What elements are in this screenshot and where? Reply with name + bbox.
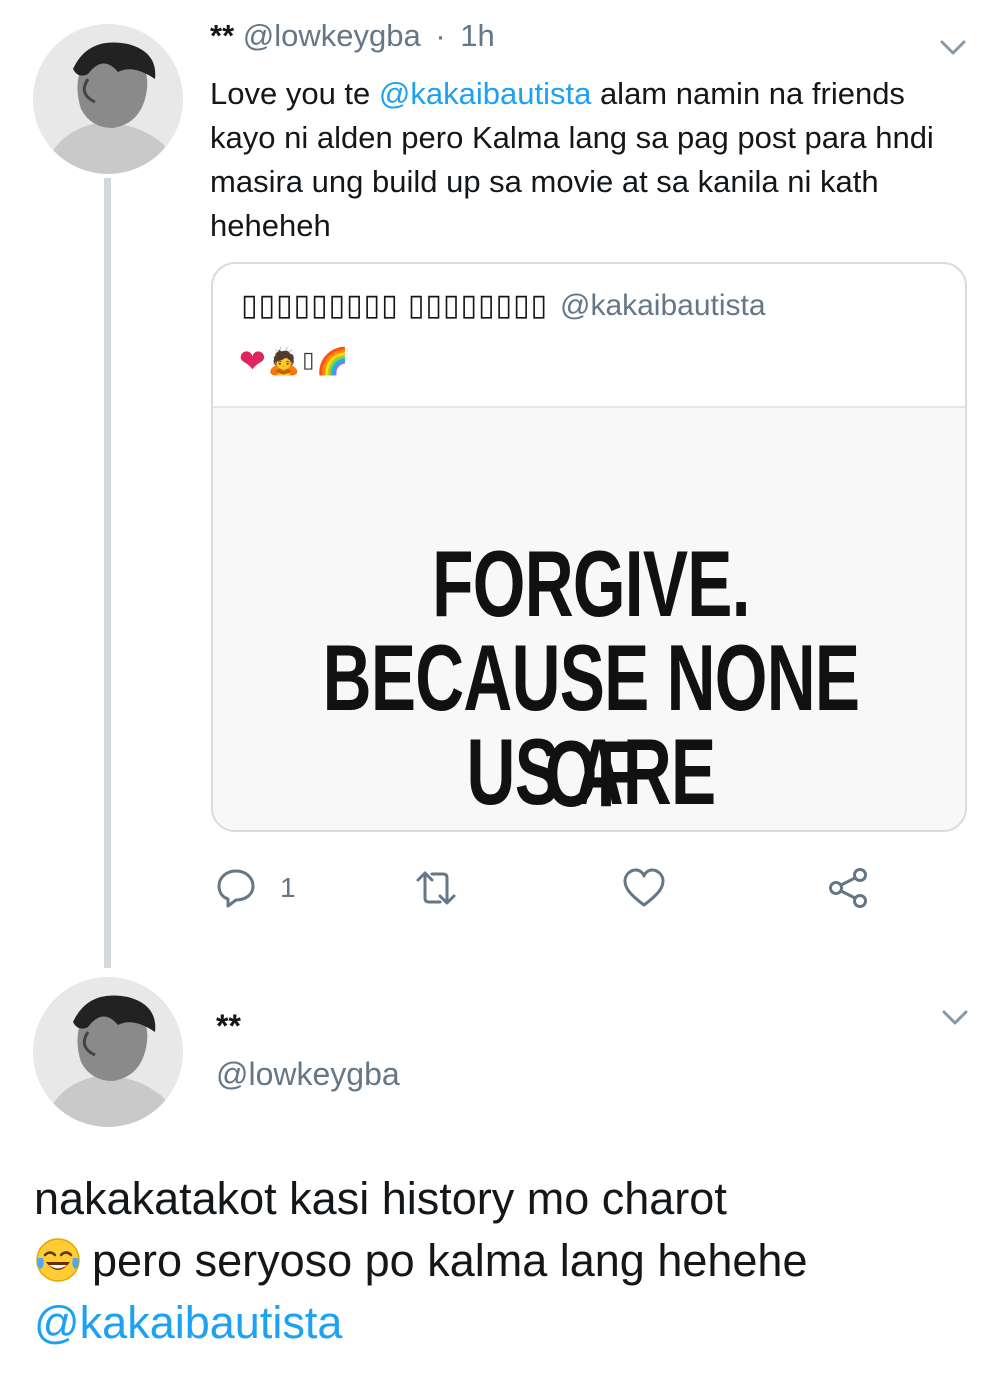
- display-name[interactable]: **: [210, 18, 234, 53]
- image-text-line: FORGIVE.: [432, 531, 750, 636]
- reply-icon: [217, 869, 255, 908]
- mention-link[interactable]: @kakaibautista: [34, 1292, 974, 1354]
- separator: ·: [435, 18, 446, 53]
- rainbow-emoji: 🌈: [316, 346, 349, 376]
- profile-photo-icon: [33, 24, 183, 174]
- quoted-tweet-card[interactable]: ▯▯▯▯▯▯▯▯▯ ▯▯▯▯▯▯▯▯ @kakaibautista ❤ 🙇 ▯ 🌈…: [211, 262, 967, 832]
- quoted-tweet-image[interactable]: FORGIVE. BECAUSE NONE OF US ARE PERFECT.: [213, 406, 965, 831]
- tweet-header: ** @lowkeygba · 1h: [210, 18, 495, 54]
- tweet-text-part: Love you te: [210, 76, 379, 111]
- tweet-text-line: pero seryoso po kalma lang hehehe: [34, 1230, 974, 1292]
- heart-icon: [623, 868, 665, 907]
- avatar[interactable]: [33, 24, 183, 174]
- reply-count: 1: [280, 872, 296, 903]
- reply-button[interactable]: 1: [214, 862, 296, 914]
- tweet-text: Love you te @kakaibautista alam namin na…: [210, 72, 970, 248]
- share-icon: [829, 868, 867, 908]
- like-button[interactable]: [622, 862, 666, 914]
- mention-link[interactable]: @kakaibautista: [379, 76, 591, 111]
- handle[interactable]: @lowkeygba: [243, 18, 421, 53]
- retweet-icon: [416, 871, 456, 905]
- share-button[interactable]: [826, 862, 870, 914]
- retweet-button[interactable]: [414, 862, 458, 914]
- display-name[interactable]: **: [216, 1008, 241, 1045]
- timestamp[interactable]: 1h: [460, 18, 494, 53]
- avatar[interactable]: [33, 977, 183, 1127]
- tweet-text-line: nakakatakot kasi history mo charot: [34, 1173, 727, 1224]
- heart-emoji: ❤: [239, 343, 266, 379]
- image-text-line: US ARE PERFECT.: [430, 719, 752, 831]
- tweet-text-part: pero seryoso po kalma lang hehehe: [92, 1235, 808, 1286]
- profile-photo-icon: [33, 977, 183, 1127]
- tweet-text: nakakatakot kasi history mo charot pero …: [34, 1168, 974, 1354]
- chevron-down-icon[interactable]: [938, 1000, 972, 1034]
- person-bowing-emoji: 🙇: [267, 346, 301, 376]
- quoted-handle: @kakaibautista: [559, 289, 766, 322]
- laughing-tears-emoji: [34, 1236, 82, 1284]
- tweet-actions: 1: [0, 862, 1000, 914]
- thread-connector-line: [104, 178, 111, 968]
- quoted-display-name: ▯▯▯▯▯▯▯▯▯ ▯▯▯▯▯▯▯▯: [241, 289, 548, 322]
- handle[interactable]: @lowkeygba: [216, 1056, 400, 1093]
- quoted-tweet-text: ❤ 🙇 ▯ 🌈: [239, 344, 349, 378]
- missing-glyph-emoji: ▯: [302, 348, 315, 373]
- quoted-tweet-header: ▯▯▯▯▯▯▯▯▯ ▯▯▯▯▯▯▯▯ @kakaibautista: [241, 288, 766, 323]
- chevron-down-icon[interactable]: [936, 30, 970, 64]
